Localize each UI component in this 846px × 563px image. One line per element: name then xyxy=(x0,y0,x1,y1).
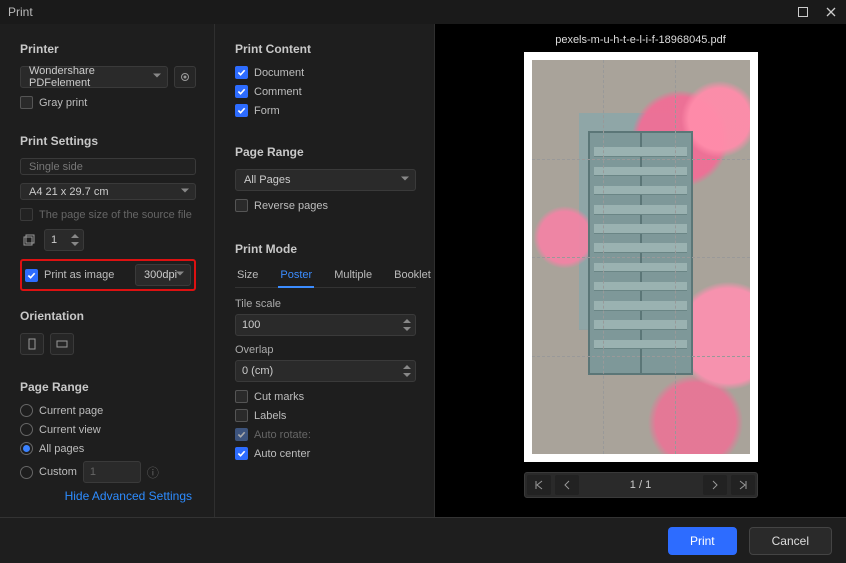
printer-dropdown[interactable]: Wondershare PDFelement xyxy=(20,66,168,88)
footer: Print Cancel xyxy=(0,517,846,563)
hide-advanced-link[interactable]: Hide Advanced Settings xyxy=(65,489,192,503)
window-controls xyxy=(796,5,838,19)
pager: 1 / 1 xyxy=(524,472,758,498)
printer-selected: Wondershare PDFelement xyxy=(29,65,147,89)
printer-heading: Printer xyxy=(20,42,196,56)
gray-print-label: Gray print xyxy=(39,97,87,109)
cut-marks-checkbox[interactable] xyxy=(235,390,248,403)
orientation-heading: Orientation xyxy=(20,309,196,323)
gray-print-checkbox[interactable] xyxy=(20,96,33,109)
maximize-button[interactable] xyxy=(796,5,810,19)
mid-range-dropdown[interactable]: All Pages xyxy=(235,169,416,191)
paper-size-dropdown[interactable]: A4 21 x 29.7 cm xyxy=(20,183,196,200)
preview-filename: pexels-m-u-h-t-e-l-i-f-18968045.pdf xyxy=(555,34,726,46)
tab-poster[interactable]: Poster xyxy=(278,266,314,288)
print-settings-heading: Print Settings xyxy=(20,134,196,148)
tab-booklet[interactable]: Booklet xyxy=(392,266,433,287)
dpi-value: 300dpi xyxy=(144,269,177,281)
tile-scale-value: 100 xyxy=(242,319,260,331)
paper-size-value: A4 21 x 29.7 cm xyxy=(29,186,109,198)
range-current-view-label: Current view xyxy=(39,424,101,436)
overlap-spinner[interactable] xyxy=(401,362,413,380)
comment-checkbox[interactable] xyxy=(235,85,248,98)
comment-label: Comment xyxy=(254,86,302,98)
preview-panel: pexels-m-u-h-t-e-l-i-f-18968045.pdf xyxy=(435,24,846,517)
chevron-down-icon xyxy=(175,269,185,282)
titlebar: Print xyxy=(0,0,846,24)
page-next-button[interactable] xyxy=(703,475,727,495)
page-last-button[interactable] xyxy=(731,475,755,495)
tile-scale-spinner[interactable] xyxy=(401,316,413,334)
copies-spinner[interactable] xyxy=(69,231,81,249)
mid-range-value: All Pages xyxy=(244,174,290,186)
copies-input[interactable]: 1 xyxy=(44,229,84,251)
source-size-label: The page size of the source file xyxy=(39,209,192,221)
chevron-down-icon xyxy=(180,185,190,198)
tab-size[interactable]: Size xyxy=(235,266,260,287)
custom-range-value: 1 xyxy=(90,466,96,478)
range-all-pages-label: All pages xyxy=(39,443,84,455)
mid-page-range-heading: Page Range xyxy=(235,145,416,159)
chevron-down-icon xyxy=(152,71,162,84)
page-indicator: 1 / 1 xyxy=(583,479,699,491)
chevron-down-icon xyxy=(400,174,410,187)
auto-center-checkbox[interactable] xyxy=(235,447,248,460)
middle-panel: Print Content Document Comment Form Page… xyxy=(215,24,435,517)
auto-center-label: Auto center xyxy=(254,448,310,460)
content: Printer Wondershare PDFelement Gray prin… xyxy=(0,24,846,517)
print-as-image-checkbox[interactable] xyxy=(25,269,38,282)
range-custom-radio[interactable] xyxy=(20,466,33,479)
mode-tabs: Size Poster Multiple Booklet xyxy=(235,266,416,288)
custom-range-input[interactable]: 1 xyxy=(83,461,141,483)
form-label: Form xyxy=(254,105,280,117)
cancel-button[interactable]: Cancel xyxy=(749,527,832,555)
overlap-input[interactable]: 0 (cm) xyxy=(235,360,416,382)
labels-label: Labels xyxy=(254,410,286,422)
document-label: Document xyxy=(254,67,304,79)
tab-multiple[interactable]: Multiple xyxy=(332,266,374,287)
print-button[interactable]: Print xyxy=(668,527,737,555)
close-button[interactable] xyxy=(824,5,838,19)
auto-rotate-label: Auto rotate: xyxy=(254,429,311,441)
print-as-image-label: Print as image xyxy=(44,269,114,281)
window-title: Print xyxy=(8,5,33,19)
print-as-image-highlight: Print as image 300dpi xyxy=(20,259,196,291)
page-range-heading: Page Range xyxy=(20,380,196,394)
labels-checkbox[interactable] xyxy=(235,409,248,422)
info-icon: ⓘ xyxy=(147,464,159,481)
orientation-portrait-button[interactable] xyxy=(20,333,44,355)
print-mode-heading: Print Mode xyxy=(235,242,416,256)
tile-scale-input[interactable]: 100 xyxy=(235,314,416,336)
form-checkbox[interactable] xyxy=(235,104,248,117)
document-checkbox[interactable] xyxy=(235,66,248,79)
tile-scale-label: Tile scale xyxy=(235,298,416,310)
copies-value: 1 xyxy=(51,234,57,246)
duplex-dropdown[interactable]: Single side xyxy=(20,158,196,175)
auto-rotate-checkbox xyxy=(235,428,248,441)
range-current-page-label: Current page xyxy=(39,405,103,417)
orientation-landscape-button[interactable] xyxy=(50,333,74,355)
copies-icon xyxy=(20,233,38,247)
duplex-value: Single side xyxy=(29,161,83,173)
source-size-checkbox xyxy=(20,208,33,221)
left-panel: Printer Wondershare PDFelement Gray prin… xyxy=(0,24,215,517)
printer-settings-button[interactable] xyxy=(174,66,196,88)
page-first-button[interactable] xyxy=(527,475,551,495)
overlap-value: 0 (cm) xyxy=(242,365,273,377)
reverse-pages-checkbox[interactable] xyxy=(235,199,248,212)
print-content-heading: Print Content xyxy=(235,42,416,56)
range-custom-label: Custom xyxy=(39,466,77,478)
preview-frame xyxy=(524,52,758,462)
overlap-label: Overlap xyxy=(235,344,416,356)
range-current-page-radio[interactable] xyxy=(20,404,33,417)
range-current-view-radio[interactable] xyxy=(20,423,33,436)
preview-grid xyxy=(532,60,750,454)
cut-marks-label: Cut marks xyxy=(254,391,304,403)
page-prev-button[interactable] xyxy=(555,475,579,495)
range-all-pages-radio[interactable] xyxy=(20,442,33,455)
reverse-pages-label: Reverse pages xyxy=(254,200,328,212)
dpi-dropdown[interactable]: 300dpi xyxy=(135,264,191,286)
